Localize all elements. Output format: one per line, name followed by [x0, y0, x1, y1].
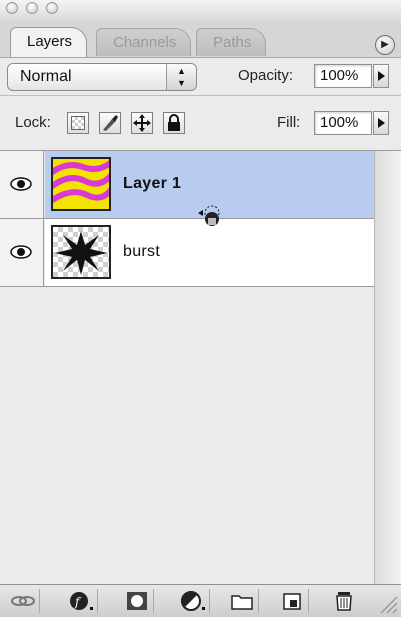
drag-cursor-icon — [198, 205, 220, 226]
minimize-icon[interactable] — [26, 2, 38, 14]
link-layers-icon[interactable] — [6, 589, 40, 613]
add-mask-icon[interactable] — [120, 589, 154, 613]
layer-name[interactable]: Layer 1 — [123, 175, 181, 193]
eye-icon[interactable] — [10, 245, 32, 259]
layer-thumbnail — [51, 225, 111, 279]
zoom-icon[interactable] — [46, 2, 58, 14]
layer-row-layer-1[interactable]: Layer 1 — [0, 151, 374, 219]
tab-bar: Paths Channels Layers ▶ — [0, 20, 401, 58]
panel-menu-icon[interactable]: ▶ — [375, 35, 395, 55]
lock-fill-row: Lock: Fill: 100% — [0, 96, 401, 151]
lock-label: Lock: — [15, 114, 51, 131]
new-layer-icon[interactable] — [275, 589, 309, 613]
bottom-toolbar: f — [0, 584, 401, 617]
resize-grip-icon[interactable] — [375, 591, 399, 615]
layers-panel: Paths Channels Layers ▶ Normal ▲ ▼ Opacit… — [0, 0, 401, 617]
lock-transparency-icon[interactable] — [67, 112, 89, 134]
scrollbar[interactable] — [374, 151, 401, 584]
new-group-icon[interactable] — [225, 589, 259, 613]
blend-mode-value: Normal — [20, 68, 72, 85]
layer-thumbnail — [51, 157, 111, 211]
fill-slider-arrow-icon[interactable] — [373, 111, 389, 135]
tab-paths[interactable]: Paths — [196, 28, 267, 56]
close-icon[interactable] — [6, 2, 18, 14]
opacity-slider-arrow-icon[interactable] — [373, 64, 389, 88]
visibility-toggle[interactable] — [0, 151, 44, 218]
layer-row-burst[interactable]: burst — [0, 219, 374, 287]
blend-opacity-row: Normal ▲ ▼ Opacity: 100% — [0, 58, 401, 96]
trash-icon[interactable] — [327, 589, 361, 613]
layer-list[interactable]: Layer 1 burst — [0, 151, 374, 584]
layer-name[interactable]: burst — [123, 243, 160, 261]
lock-all-icon[interactable] — [163, 112, 185, 134]
panel-titlebar — [0, 0, 401, 20]
blend-mode-select[interactable]: Normal ▲ ▼ — [7, 63, 197, 91]
eye-icon[interactable] — [10, 177, 32, 191]
chevron-updown-icon[interactable]: ▲ ▼ — [166, 64, 196, 90]
adjustment-layer-icon[interactable] — [176, 589, 210, 613]
tab-channels[interactable]: Channels — [96, 28, 192, 56]
lock-image-icon[interactable] — [99, 112, 121, 134]
fill-field[interactable]: 100% — [314, 111, 372, 135]
opacity-field[interactable]: 100% — [314, 64, 372, 88]
opacity-label: Opacity: — [238, 67, 294, 84]
lock-position-icon[interactable] — [131, 112, 153, 134]
layer-style-icon[interactable]: f — [64, 589, 98, 613]
fill-label: Fill: — [277, 114, 301, 131]
tab-layers[interactable]: Layers — [10, 27, 88, 57]
visibility-toggle[interactable] — [0, 219, 44, 286]
